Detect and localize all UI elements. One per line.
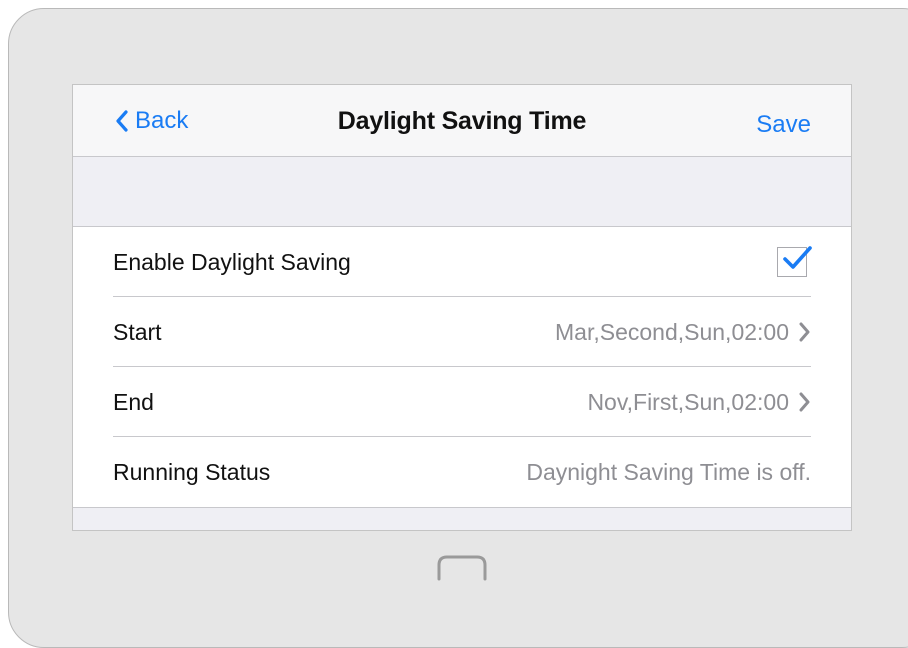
home-button-icon <box>437 555 487 581</box>
start-value-group: Mar,Second,Sun,02:00 <box>555 319 811 346</box>
end-label: End <box>113 388 154 415</box>
section-spacer <box>73 157 851 227</box>
end-row[interactable]: End Nov,First,Sun,02:00 <box>113 367 811 437</box>
running-status-label: Running Status <box>113 458 271 485</box>
running-status-row: Running Status Daynight Saving Time is o… <box>113 437 811 507</box>
enable-daylight-saving-checkbox[interactable] <box>777 246 812 277</box>
start-label: Start <box>113 318 162 345</box>
chevron-right-icon <box>799 392 810 412</box>
bottom-section-band <box>73 507 851 530</box>
page-title: Daylight Saving Time <box>337 107 587 135</box>
running-status-value: Daynight Saving Time is off. <box>526 458 811 485</box>
settings-list: Enable Daylight Saving Start Mar,Second,… <box>73 227 851 507</box>
save-button[interactable]: Save <box>756 111 811 139</box>
checkmark-icon <box>783 246 812 269</box>
chevron-right-icon <box>799 322 810 342</box>
enable-daylight-saving-row: Enable Daylight Saving <box>113 227 812 297</box>
navigation-bar: Back Daylight Saving Time Save <box>73 85 851 157</box>
screen: Back Daylight Saving Time Save Enable Da… <box>72 84 852 531</box>
start-row[interactable]: Start Mar,Second,Sun,02:00 <box>113 297 811 367</box>
enable-daylight-saving-label: Enable Daylight Saving <box>113 248 351 275</box>
end-value: Nov,First,Sun,02:00 <box>587 388 789 415</box>
end-value-group: Nov,First,Sun,02:00 <box>587 389 811 416</box>
start-value: Mar,Second,Sun,02:00 <box>555 318 789 345</box>
home-button[interactable] <box>436 554 488 587</box>
